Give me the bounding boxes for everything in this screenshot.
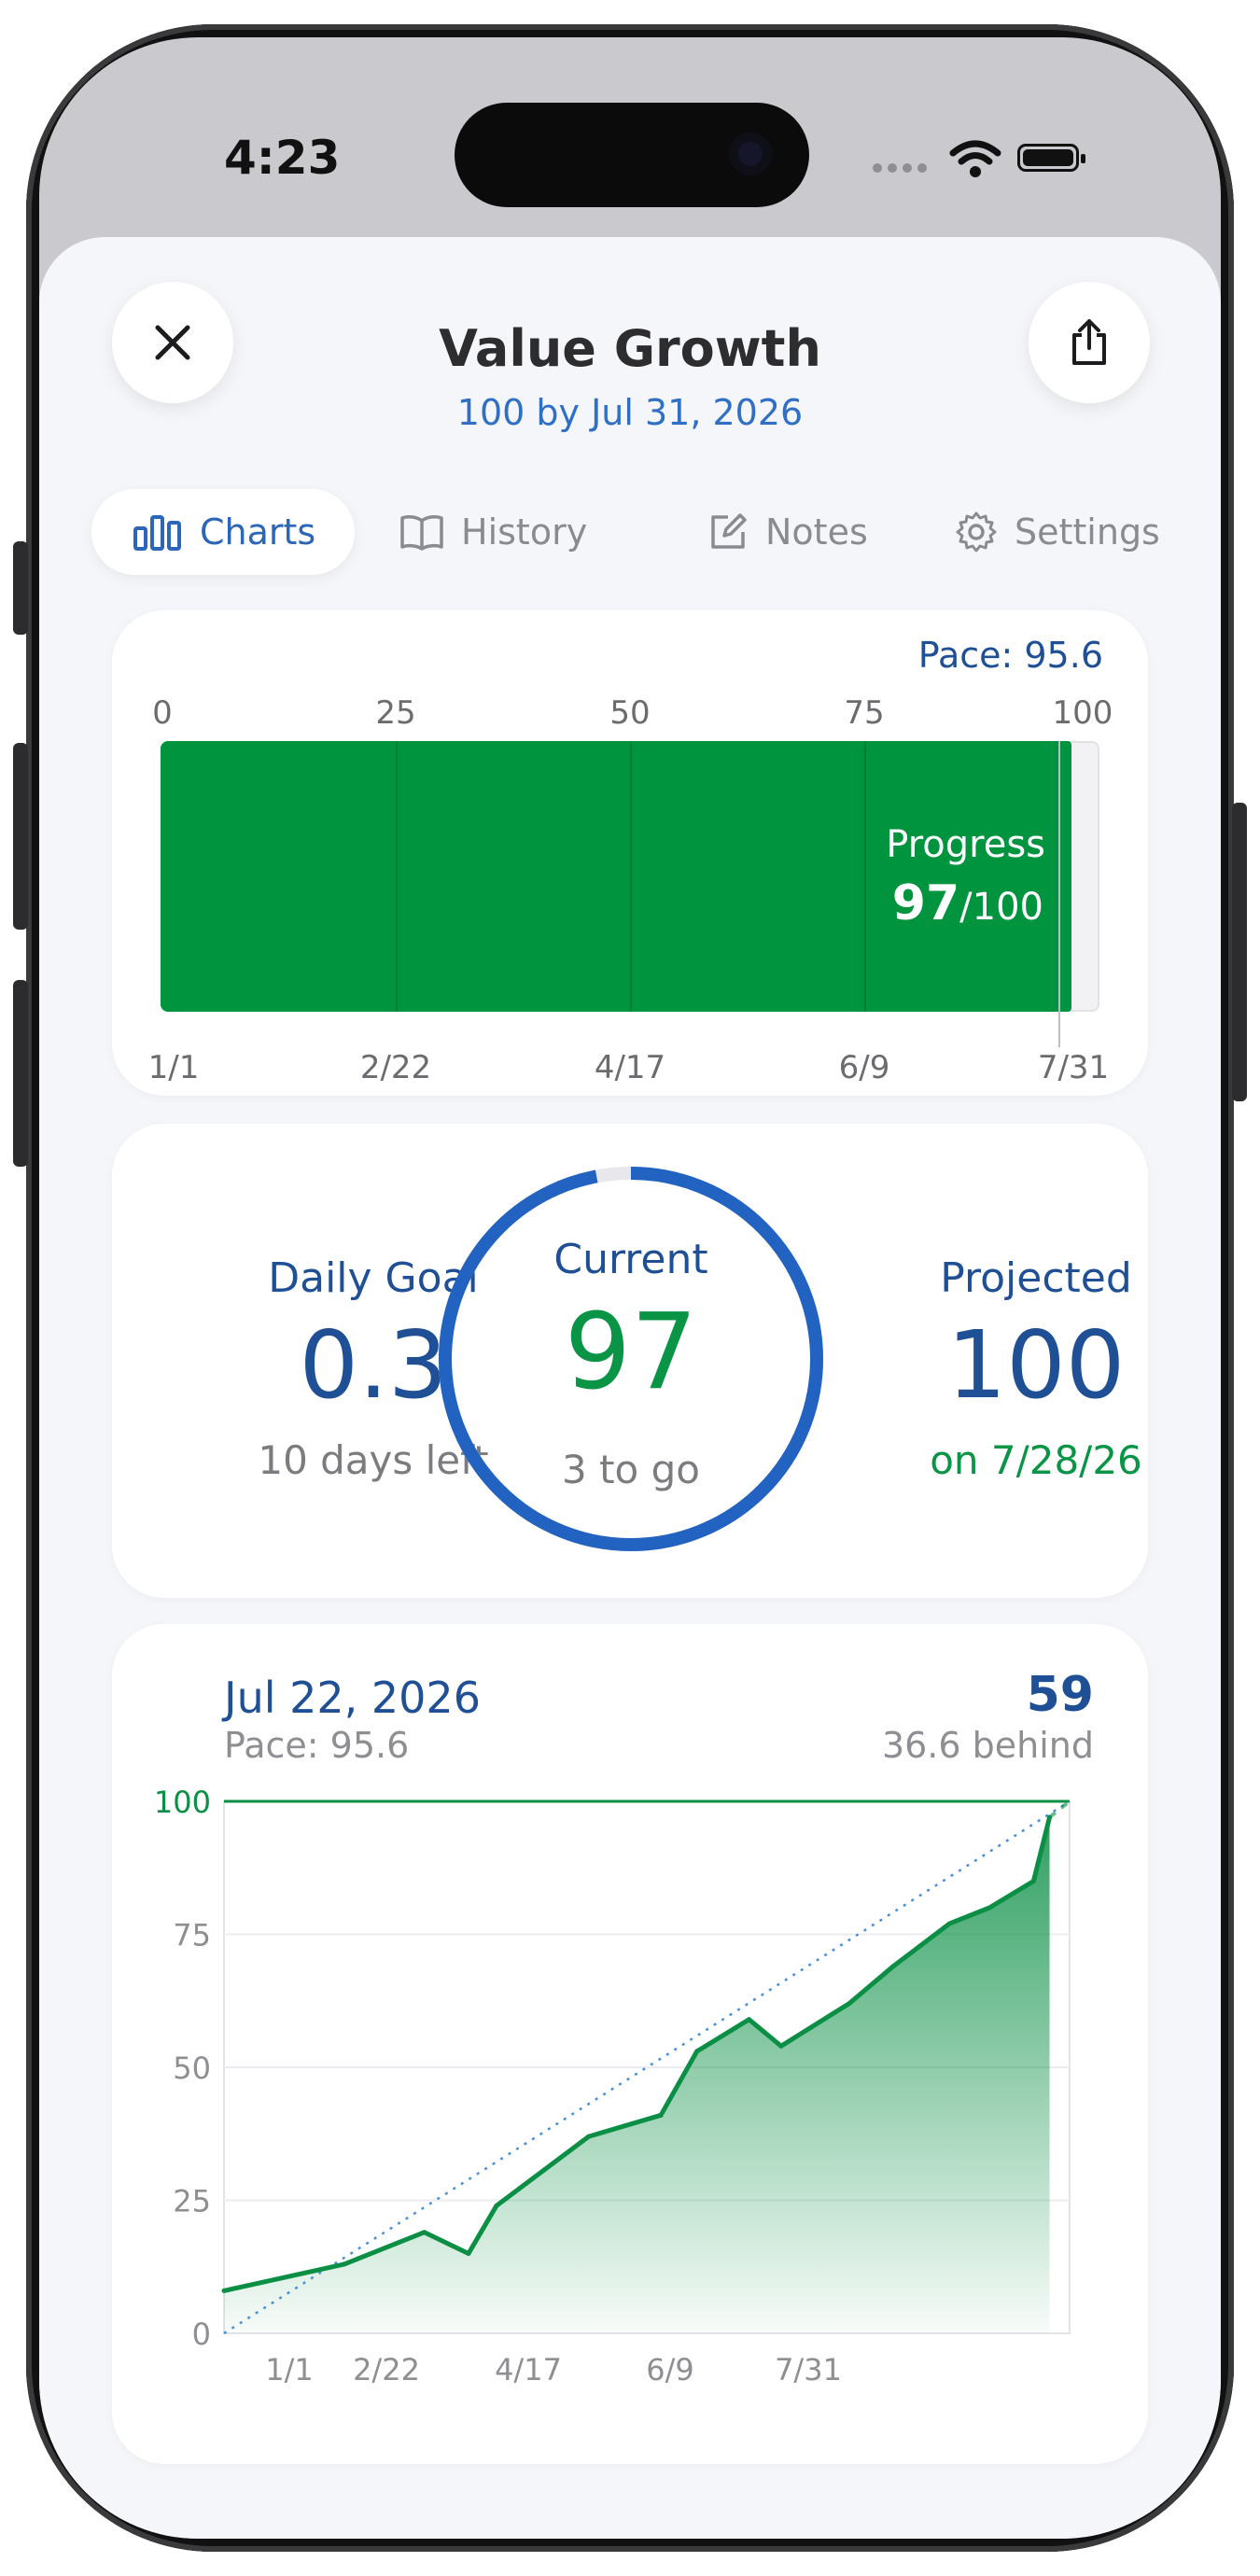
pace-label: Pace: 95.6 [917, 635, 1103, 676]
camera-icon [729, 133, 772, 175]
volume-up-button [13, 743, 28, 930]
tab-notes-label: Notes [765, 511, 868, 553]
data-point [694, 2049, 700, 2054]
y-tick-label: 50 [173, 2051, 211, 2086]
data-point [422, 2230, 427, 2235]
share-button[interactable] [1029, 282, 1150, 403]
progress-value: 97/100 [892, 875, 1043, 931]
current-value: 97 [564, 1292, 698, 1413]
gear-icon [956, 511, 997, 553]
wifi-icon [949, 140, 1001, 177]
book-icon [400, 515, 443, 551]
status-bar: 4:23 [39, 37, 1221, 233]
data-point [778, 2043, 784, 2049]
signal-icon [873, 159, 932, 176]
y-tick-label: 100 [154, 1785, 211, 1820]
phone-screen: 4:23 Value Growth 100 by Jul 31, 2026 Ch… [39, 37, 1221, 2539]
scale-gridline [630, 741, 632, 1012]
bar-chart-icon [133, 515, 181, 551]
status-time: 4:23 [224, 131, 341, 185]
projection-line [1048, 1799, 1071, 1819]
tab-history-label: History [461, 511, 588, 553]
data-point [586, 2134, 592, 2139]
data-point [890, 1964, 896, 1969]
tab-notes[interactable]: Notes [707, 489, 868, 575]
date-tick: 4/17 [594, 1049, 666, 1086]
data-point [1030, 1879, 1036, 1883]
scale-tick: 25 [375, 694, 416, 732]
scale-tick: 0 [152, 694, 173, 732]
goal-detail-sheet: Value Growth 100 by Jul 31, 2026 Charts [39, 237, 1221, 2539]
scale-tick: 50 [609, 694, 651, 732]
date-tick: 6/9 [838, 1049, 890, 1086]
history-area-chart[interactable]: 0 25 50 75 100 1/1 2/22 4/17 6/9 7/31 [112, 1624, 1148, 2464]
projected-date: on 7/28/26 [930, 1437, 1142, 1483]
progress-target: /100 [959, 886, 1043, 929]
date-tick: 1/1 [147, 1049, 200, 1086]
x-tick-label: 1/1 [265, 2352, 314, 2387]
progress-card: Pace: 95.6 0 25 50 75 100 Progress 97/10… [112, 610, 1148, 1096]
tab-bar: Charts History Notes Settings [91, 489, 1174, 575]
data-point [1047, 1814, 1053, 1820]
data-point [847, 2001, 852, 2007]
x-tick-label: 6/9 [646, 2352, 694, 2387]
date-tick: 2/22 [359, 1049, 432, 1086]
scale-gridline [396, 741, 398, 1012]
stats-card: Daily Goal 0.3 10 days left Current 97 3… [112, 1124, 1148, 1598]
data-point [746, 2017, 751, 2023]
data-point [466, 2251, 471, 2256]
tab-charts[interactable]: Charts [91, 489, 356, 575]
power-button [1232, 803, 1247, 1101]
progress-current: 97 [891, 875, 960, 931]
tab-charts-label: Charts [200, 511, 316, 553]
projected-value: 100 [946, 1310, 1126, 1420]
scale-tick: 75 [844, 694, 885, 732]
x-tick-label: 7/31 [775, 2352, 842, 2387]
scale-tick: 100 [1052, 694, 1113, 732]
tab-settings-label: Settings [1015, 511, 1160, 553]
data-point [987, 1905, 992, 1911]
pace-marker [1057, 741, 1060, 1047]
x-tick-label: 4/17 [495, 2352, 562, 2387]
share-icon [1072, 319, 1106, 365]
y-tick-label: 0 [192, 2317, 211, 2352]
y-tick-label: 75 [173, 1918, 211, 1953]
y-tick-label: 25 [173, 2184, 211, 2219]
data-point [658, 2112, 664, 2118]
projected-label: Projected [940, 1254, 1132, 1302]
data-point [494, 2203, 499, 2208]
data-point [946, 1921, 952, 1926]
date-tick: 7/31 [1037, 1049, 1110, 1086]
goal-subtitle: 100 by Jul 31, 2026 [456, 392, 804, 433]
history-chart-card: Jul 22, 2026 Pace: 95.6 59 36.6 behind 0… [112, 1624, 1148, 2464]
tab-settings[interactable]: Settings [955, 489, 1160, 575]
dynamic-island [455, 103, 809, 207]
mute-switch [13, 541, 28, 635]
data-point [342, 2261, 347, 2267]
edit-icon [711, 513, 747, 549]
progress-label: Progress [886, 823, 1045, 866]
tab-history[interactable]: History [399, 489, 587, 575]
battery-icon [1017, 144, 1085, 172]
scale-gridline [864, 741, 866, 1012]
x-tick-label: 2/22 [353, 2352, 420, 2387]
to-go: 3 to go [562, 1447, 700, 1492]
area-fill [224, 1817, 1050, 2333]
data-point [221, 2288, 227, 2293]
volume-down-button [13, 980, 28, 1167]
current-label: Current [553, 1236, 708, 1283]
